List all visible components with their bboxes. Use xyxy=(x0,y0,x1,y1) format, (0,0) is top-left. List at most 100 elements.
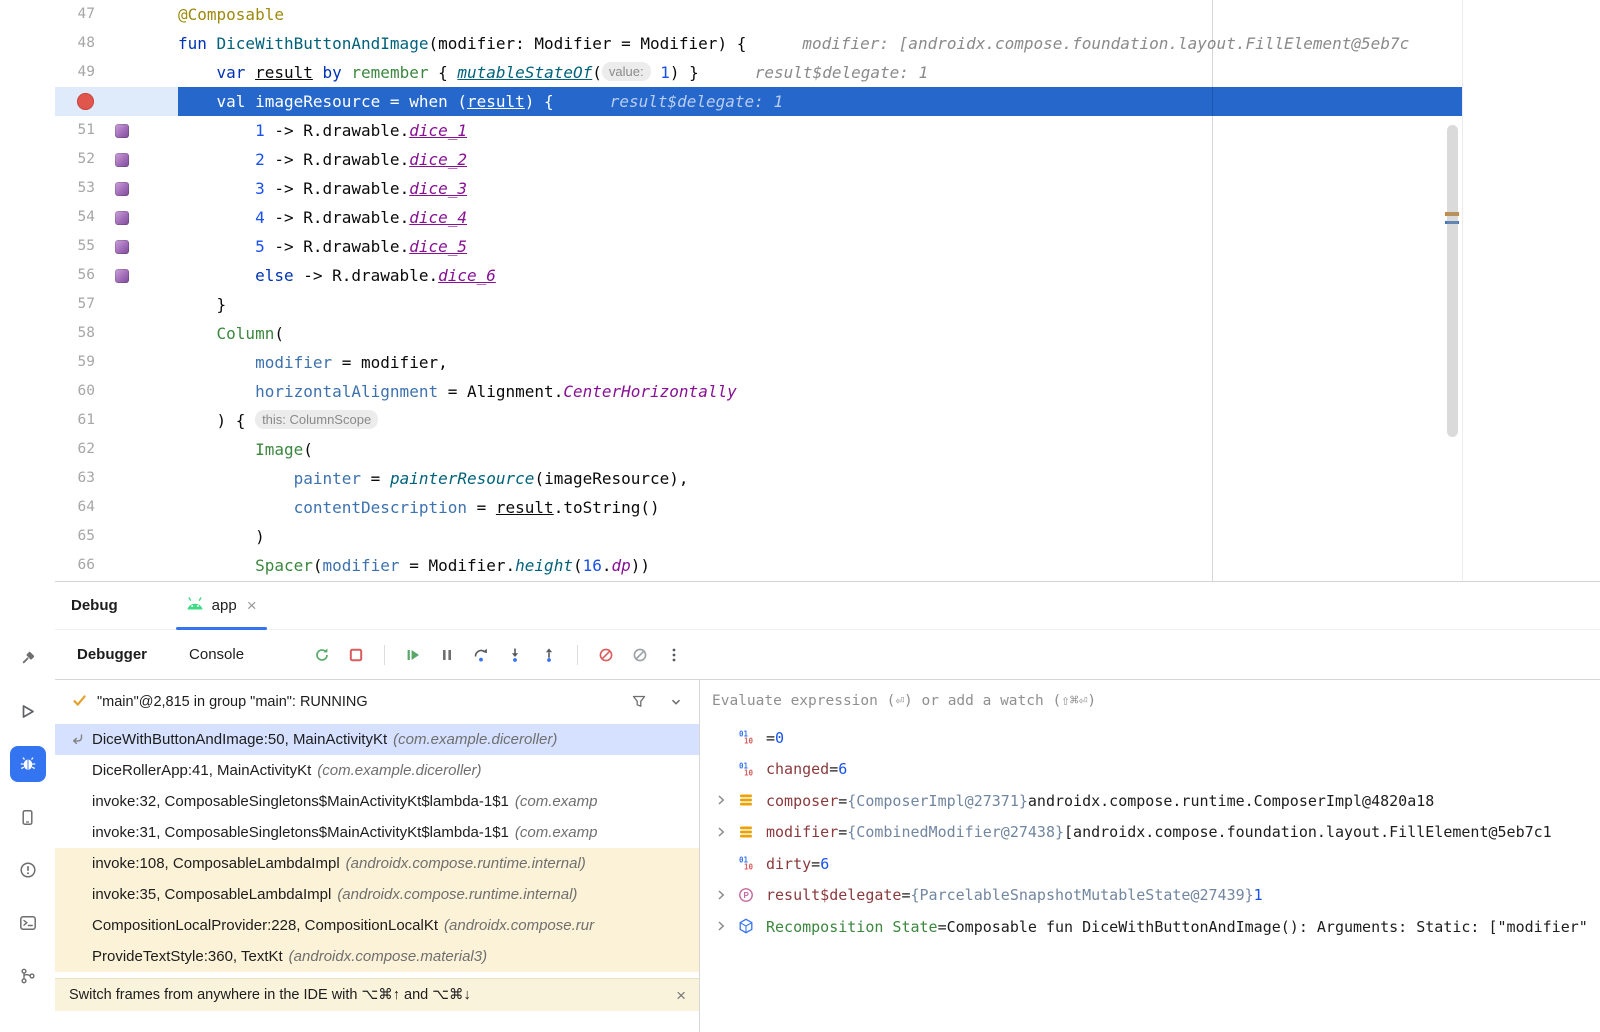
close-icon[interactable]: × xyxy=(247,597,257,614)
terminal-icon[interactable] xyxy=(10,905,46,941)
editor-line[interactable]: 48fun DiceWithButtonAndImage(modifier: M… xyxy=(55,29,1462,58)
line-number[interactable]: 52 xyxy=(55,145,95,174)
version-control-icon[interactable] xyxy=(10,958,46,994)
device-manager-icon[interactable] xyxy=(10,799,46,835)
drawable-preview-icon[interactable] xyxy=(115,211,129,225)
drawable-preview-icon[interactable] xyxy=(115,182,129,196)
variable-row[interactable]: modifier = {CombinedModifier@27438} [and… xyxy=(700,817,1600,849)
thread-selector[interactable]: "main"@2,815 in group "main": RUNNING xyxy=(55,680,699,724)
variable-type-ref: {ComposerImpl@27371} xyxy=(847,792,1028,810)
line-number[interactable]: 65 xyxy=(55,522,95,551)
editor-line[interactable]: 56 else -> R.drawable.dice_6 xyxy=(55,261,1462,290)
chevron-right-icon[interactable] xyxy=(714,888,728,906)
editor-line[interactable]: 59 modifier = modifier, xyxy=(55,348,1462,377)
line-number[interactable]: 62 xyxy=(55,435,95,464)
chevron-right-icon[interactable] xyxy=(714,825,728,843)
frames-hint-banner: Switch frames from anywhere in the IDE w… xyxy=(55,978,700,1011)
stack-frame-row[interactable]: DiceWithButtonAndImage:50, MainActivityK… xyxy=(55,724,699,755)
close-icon[interactable]: × xyxy=(676,987,686,1004)
stack-frame-row[interactable]: invoke:31, ComposableSingletons$MainActi… xyxy=(55,817,699,848)
editor-line[interactable]: 49 var result by remember { mutableState… xyxy=(55,58,1462,87)
line-number[interactable]: 51 xyxy=(55,116,95,145)
variable-row[interactable]: composer = {ComposerImpl@27371} androidx… xyxy=(700,785,1600,817)
stack-frame-row[interactable]: invoke:35, ComposableLambdaImpl(androidx… xyxy=(55,879,699,910)
editor-line[interactable]: 52 2 -> R.drawable.dice_2 xyxy=(55,145,1462,174)
step-over-icon[interactable] xyxy=(473,647,489,663)
drawable-preview-icon[interactable] xyxy=(115,153,129,167)
step-into-icon[interactable] xyxy=(507,647,523,663)
editor-line[interactable]: 64 contentDescription = result.toString(… xyxy=(55,493,1462,522)
variable-row[interactable]: 0110changed = 6 xyxy=(700,754,1600,786)
evaluate-expression-input[interactable]: Evaluate expression (⏎) or add a watch (… xyxy=(700,680,1600,722)
line-number[interactable]: 64 xyxy=(55,493,95,522)
view-breakpoints-icon[interactable] xyxy=(598,647,614,663)
banner-text: Switch frames from anywhere in the IDE w… xyxy=(69,987,471,1003)
stack-frame-row[interactable]: invoke:108, ComposableLambdaImpl(android… xyxy=(55,848,699,879)
resume-icon[interactable] xyxy=(405,647,421,663)
editor-line[interactable]: val imageResource = when (result) {resul… xyxy=(55,87,1462,116)
filter-icon[interactable] xyxy=(631,694,647,713)
line-number[interactable]: 49 xyxy=(55,58,95,87)
line-number[interactable]: 66 xyxy=(55,551,95,580)
line-number[interactable]: 47 xyxy=(55,0,95,29)
build-icon[interactable] xyxy=(10,640,46,676)
editor-line[interactable]: 51 1 -> R.drawable.dice_1 xyxy=(55,116,1462,145)
variable-row[interactable]: Presult$delegate = {ParcelableSnapshotMu… xyxy=(700,880,1600,912)
editor-line[interactable]: 61 ) { this: ColumnScope xyxy=(55,406,1462,435)
editor-line[interactable]: 62 Image( xyxy=(55,435,1462,464)
tab-app-session[interactable]: app × xyxy=(174,582,269,630)
editor-scrollbar-thumb[interactable] xyxy=(1447,125,1458,437)
right-margin-guide xyxy=(1212,0,1213,581)
stack-frame-row[interactable]: ProvideTextStyle:360, TextKt(androidx.co… xyxy=(55,941,699,972)
pause-icon[interactable] xyxy=(439,647,455,663)
line-number[interactable]: 60 xyxy=(55,377,95,406)
line-number[interactable]: 54 xyxy=(55,203,95,232)
editor-line[interactable]: 47@Composable xyxy=(55,0,1462,29)
breakpoint-icon[interactable] xyxy=(77,93,94,110)
editor-line[interactable]: 66 Spacer(modifier = Modifier.height(16.… xyxy=(55,551,1462,580)
drawable-preview-icon[interactable] xyxy=(115,124,129,138)
editor-line[interactable]: 60 horizontalAlignment = Alignment.Cente… xyxy=(55,377,1462,406)
chevron-right-icon[interactable] xyxy=(714,793,728,811)
line-number[interactable]: 59 xyxy=(55,348,95,377)
line-number[interactable]: 56 xyxy=(55,261,95,290)
variable-value: 0 xyxy=(775,729,784,747)
drawable-preview-icon[interactable] xyxy=(115,269,129,283)
tab-debugger[interactable]: Debugger xyxy=(77,646,147,663)
chevron-down-icon[interactable] xyxy=(669,695,683,713)
debug-icon[interactable] xyxy=(10,746,46,782)
line-number[interactable]: 58 xyxy=(55,319,95,348)
more-icon[interactable] xyxy=(666,647,682,663)
editor-line[interactable]: 53 3 -> R.drawable.dice_3 xyxy=(55,174,1462,203)
chevron-right-icon[interactable] xyxy=(714,919,728,937)
variable-row[interactable]: Recomposition State = Composable fun Dic… xyxy=(700,911,1600,943)
line-number[interactable]: 53 xyxy=(55,174,95,203)
variable-row[interactable]: 0110 = 0 xyxy=(700,722,1600,754)
line-number[interactable]: 57 xyxy=(55,290,95,319)
tab-console[interactable]: Console xyxy=(189,646,244,663)
mute-breakpoints-icon[interactable] xyxy=(632,647,648,663)
line-number[interactable]: 48 xyxy=(55,29,95,58)
editor-line[interactable]: 57 } xyxy=(55,290,1462,319)
line-number[interactable]: 61 xyxy=(55,406,95,435)
stack-frame-row[interactable]: DiceRollerApp:41, MainActivityKt(com.exa… xyxy=(55,755,699,786)
stack-frame-row[interactable]: CompositionLocalProvider:228, Compositio… xyxy=(55,910,699,941)
editor-line[interactable]: 55 5 -> R.drawable.dice_5 xyxy=(55,232,1462,261)
code-editor[interactable]: 47@Composable48fun DiceWithButtonAndImag… xyxy=(55,0,1463,581)
problems-icon[interactable] xyxy=(10,852,46,888)
drawable-preview-icon[interactable] xyxy=(115,240,129,254)
debug-tool-window: Debug app × Debugger Console "main"@2,81… xyxy=(55,581,1600,1032)
frame-package: (androidx.compose.runtime.internal) xyxy=(337,886,577,903)
editor-line[interactable]: 63 painter = painterResource(imageResour… xyxy=(55,464,1462,493)
step-out-icon[interactable] xyxy=(541,647,557,663)
line-number[interactable]: 55 xyxy=(55,232,95,261)
editor-line[interactable]: 58 Column( xyxy=(55,319,1462,348)
editor-line[interactable]: 65 ) xyxy=(55,522,1462,551)
run-icon[interactable] xyxy=(10,693,46,729)
variable-row[interactable]: 0110dirty = 6 xyxy=(700,848,1600,880)
rerun-icon[interactable] xyxy=(314,647,330,663)
line-number[interactable]: 63 xyxy=(55,464,95,493)
stop-icon[interactable] xyxy=(348,647,364,663)
editor-line[interactable]: 54 4 -> R.drawable.dice_4 xyxy=(55,203,1462,232)
stack-frame-row[interactable]: invoke:32, ComposableSingletons$MainActi… xyxy=(55,786,699,817)
